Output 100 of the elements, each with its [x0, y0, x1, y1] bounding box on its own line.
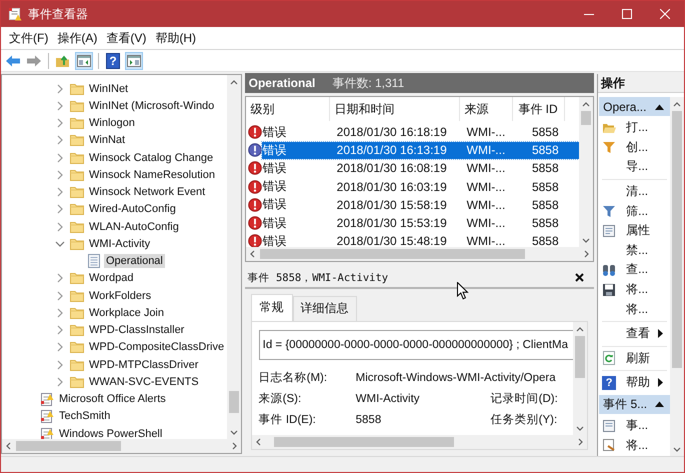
- section-header[interactable]: 事件 5...: [599, 394, 670, 414]
- tree-item[interactable]: WWAN-SVC-EVENTS: [87, 374, 201, 389]
- table-row[interactable]: 错误 2018/01/30 15:53:19 WMI-... 5858: [262, 214, 580, 232]
- menu-item[interactable]: 帮助(H): [151, 28, 200, 48]
- table-cell-text: 5858: [530, 198, 560, 212]
- binoculars-icon: [602, 262, 616, 277]
- scroll-thumb[interactable]: [581, 111, 592, 125]
- section-header[interactable]: Opera...: [599, 97, 670, 116]
- section-title: Opera...: [603, 100, 646, 114]
- folder-icon: [70, 202, 84, 216]
- menu-item[interactable]: 文件(F): [5, 28, 52, 48]
- table-row[interactable]: 错误 2018/01/30 16:08:19 WMI-... 5858: [262, 160, 580, 177]
- tree-item[interactable]: WLAN-AutoConfig: [87, 220, 181, 234]
- table-cell-text: WMI-...: [466, 125, 506, 140]
- tree-item[interactable]: Wordpad: [87, 271, 136, 286]
- tree-item[interactable]: Operational: [104, 254, 165, 268]
- tree-item[interactable]: TechSmith: [57, 409, 112, 424]
- tree-item[interactable]: Windows PowerShell: [57, 426, 164, 441]
- tree-item[interactable]: Winsock NameResolution: [87, 168, 217, 182]
- scroll-thumb[interactable]: [274, 437, 454, 447]
- action-item[interactable]: 刷新: [626, 350, 650, 367]
- tree-item[interactable]: Wired-AutoConfig: [87, 202, 178, 216]
- action-item[interactable]: 将...: [626, 281, 648, 298]
- tree-item[interactable]: WinINet (Microsoft-Windo: [87, 98, 216, 113]
- tree-item[interactable]: Winsock Catalog Change: [87, 150, 216, 165]
- table-cell-text: 错误: [262, 232, 288, 247]
- log-icon: [40, 426, 54, 441]
- menu-item[interactable]: 操作(A): [53, 28, 102, 48]
- console-tree-toggle[interactable]: [75, 52, 93, 70]
- action-item[interactable]: 打...: [626, 119, 648, 136]
- tree-item[interactable]: Microsoft Office Alerts: [57, 392, 168, 406]
- maximize-icon[interactable]: [622, 9, 632, 19]
- tree-item[interactable]: WPD-MTPClassDriver: [87, 358, 200, 372]
- tree-item[interactable]: Winlogon: [87, 116, 137, 130]
- table-row[interactable]: 错误 2018/01/30 16:13:19 WMI-... 5858: [262, 142, 580, 159]
- scroll-thumb[interactable]: [260, 249, 525, 259]
- table-cell-text: 2018/01/30 16:03:19: [336, 180, 448, 194]
- action-item[interactable]: 属性: [626, 222, 650, 240]
- document-icon: [602, 418, 616, 433]
- table-cell-text: 2018/01/30 16:08:19: [336, 161, 448, 176]
- log-title: Operational: [248, 76, 316, 90]
- refresh-icon: [602, 351, 616, 366]
- action-item[interactable]: 创...: [626, 138, 648, 156]
- funnel-icon: [602, 140, 616, 154]
- horizontal-scrollbar[interactable]: [2, 439, 241, 453]
- action-item[interactable]: 将...: [626, 436, 648, 454]
- horizontal-scrollbar[interactable]: [246, 247, 594, 261]
- scroll-thumb[interactable]: [575, 336, 586, 378]
- folder-icon: [70, 98, 84, 113]
- vertical-scrollbar[interactable]: [579, 97, 594, 247]
- folder-icon: [70, 82, 84, 96]
- column-header[interactable]: 日期和时间: [330, 97, 460, 121]
- field-label: 日志名称(M):: [258, 370, 328, 385]
- menu-item[interactable]: 查看(V): [102, 28, 150, 48]
- tree-item[interactable]: WorkFolders: [87, 288, 154, 303]
- folder-icon: [70, 306, 84, 320]
- folder-icon: [70, 323, 84, 338]
- action-item[interactable]: 筛...: [626, 202, 648, 220]
- table-cell-text: WMI-...: [466, 234, 506, 247]
- table-row[interactable]: 错误 2018/01/30 15:48:19 WMI-... 5858: [262, 232, 580, 247]
- table-cell-text: 5858: [530, 161, 560, 176]
- scroll-thumb[interactable]: [16, 441, 121, 451]
- action-item[interactable]: 帮助: [626, 374, 650, 392]
- horizontal-scrollbar[interactable]: [252, 435, 588, 449]
- action-item[interactable]: 事...: [626, 417, 648, 434]
- table-row[interactable]: 错误 2018/01/30 16:03:19 WMI-... 5858: [262, 178, 580, 196]
- action-item[interactable]: 禁...: [626, 242, 648, 259]
- tree-item[interactable]: WPD-CompositeClassDrive: [87, 340, 226, 354]
- tree-item[interactable]: WinINet: [87, 82, 130, 96]
- action-item[interactable]: 清...: [626, 183, 648, 200]
- action-item[interactable]: 导...: [626, 158, 648, 176]
- description-field[interactable]: Id = {00000000-0000-0000-0000-000000000000} ; ClientMa: [258, 330, 574, 360]
- column-header[interactable]: 来源: [460, 97, 513, 121]
- tree-item[interactable]: WMI-Activity: [87, 236, 152, 251]
- action-item[interactable]: 查看: [626, 325, 650, 342]
- folder-icon: [70, 358, 84, 372]
- tree-item[interactable]: WPD-ClassInstaller: [87, 323, 186, 338]
- action-pane-toggle[interactable]: [125, 52, 143, 70]
- column-header[interactable]: 事件 ID: [512, 97, 565, 121]
- vertical-scrollbar[interactable]: [573, 322, 588, 435]
- tree-item[interactable]: Winsock Network Event: [87, 185, 208, 200]
- scroll-thumb[interactable]: [672, 111, 682, 368]
- help-button[interactable]: ?: [104, 52, 122, 70]
- action-item[interactable]: 查...: [626, 261, 648, 278]
- table-cell-text: 5858: [530, 180, 560, 194]
- collapse-arrow-icon[interactable]: [655, 401, 664, 408]
- tab[interactable]: 详细信息: [292, 296, 357, 321]
- column-header[interactable]: 级别: [246, 97, 330, 121]
- tree-item[interactable]: Workplace Join: [87, 306, 166, 320]
- tab[interactable]: 常规: [250, 294, 293, 321]
- close-icon[interactable]: [575, 273, 584, 282]
- scroll-thumb[interactable]: [228, 391, 239, 413]
- tree-item[interactable]: WinNat: [87, 133, 128, 148]
- action-item[interactable]: 将...: [626, 300, 648, 318]
- vertical-scrollbar[interactable]: [670, 97, 684, 456]
- folder-icon: [70, 288, 84, 303]
- table-row[interactable]: 错误 2018/01/30 15:58:19 WMI-... 5858: [262, 196, 580, 214]
- table-row[interactable]: 错误 2018/01/30 16:18:19 WMI-... 5858: [262, 124, 580, 141]
- collapse-arrow-icon[interactable]: [655, 104, 664, 110]
- vertical-scrollbar[interactable]: [226, 75, 241, 439]
